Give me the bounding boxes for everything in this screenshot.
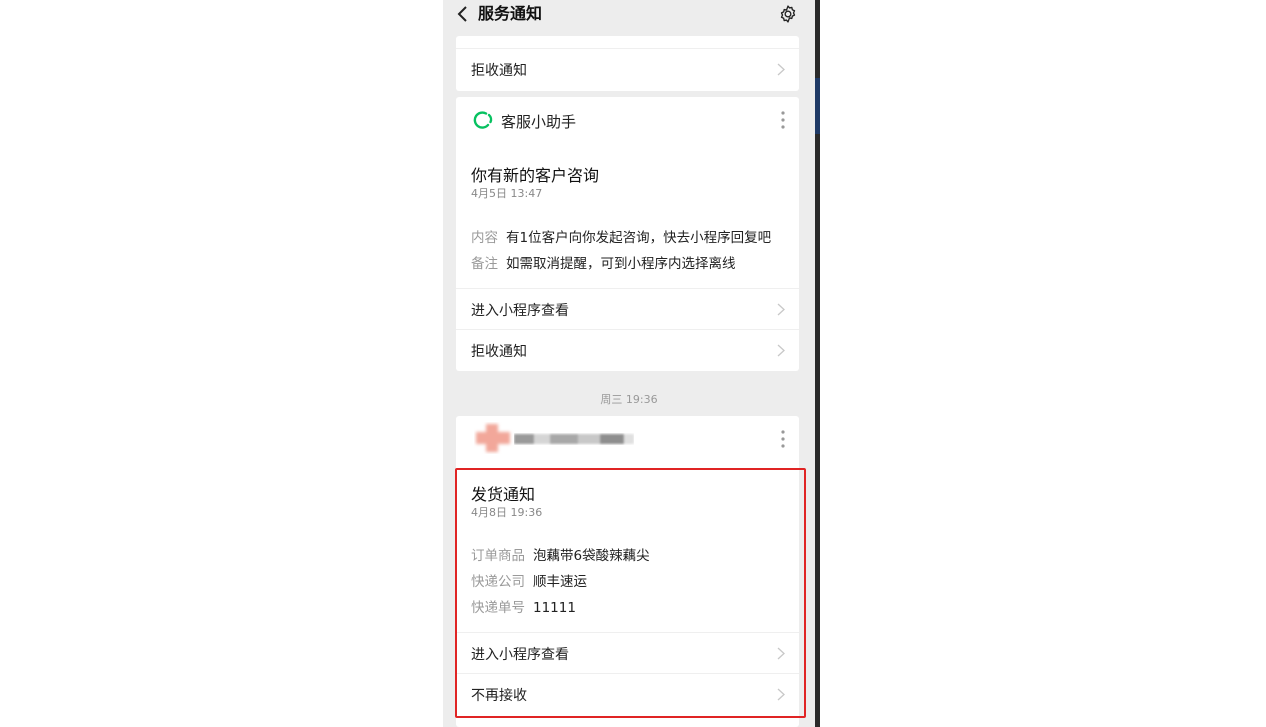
field-key: 备注 [471, 256, 498, 272]
blurred-service-name [514, 434, 634, 444]
more-options-icon[interactable] [781, 430, 785, 448]
chevron-right-icon [777, 63, 785, 76]
reject-notice-row[interactable]: 拒收通知 [456, 329, 799, 370]
service-assistant-icon [473, 111, 493, 129]
open-miniprogram-row[interactable]: 进入小程序查看 [456, 288, 799, 329]
window-edge [815, 0, 820, 727]
blurred-service-avatar [476, 424, 510, 452]
page-title: 服务通知 [478, 4, 543, 23]
gear-icon[interactable] [778, 4, 798, 24]
field-value: 有1位客户向你发起咨询，快去小程序回复吧 [506, 230, 772, 246]
field-value: 如需取消提醒，可到小程序内选择离线 [506, 256, 736, 272]
message-title: 你有新的客户咨询 [471, 166, 600, 185]
more-options-icon[interactable] [781, 111, 785, 129]
chevron-right-icon [777, 344, 785, 357]
top-bar: 服务通知 [443, 0, 815, 30]
kefu-notice-card: 客服小助手 你有新的客户咨询 4月5日 13:47 内容 有1位客户向你发起咨询，… [456, 97, 799, 371]
field-remark: 备注 如需取消提醒，可到小程序内选择离线 [471, 252, 736, 272]
open-miniprogram-label: 进入小程序查看 [471, 303, 569, 319]
message-timestamp: 周三 19:36 [600, 393, 658, 406]
chevron-right-icon [777, 303, 785, 316]
back-arrow-icon[interactable] [455, 5, 471, 23]
service-name: 客服小助手 [501, 113, 577, 131]
window-edge-accent [815, 78, 820, 134]
reject-notice-label: 拒收通知 [471, 63, 527, 79]
highlight-box [455, 468, 806, 718]
card-header [456, 416, 799, 462]
reject-notice-label: 拒收通知 [471, 344, 527, 360]
field-key: 内容 [471, 230, 498, 246]
message-date: 4月5日 13:47 [471, 187, 543, 200]
card-header: 客服小助手 [456, 97, 799, 143]
previous-card: 拒收通知 [456, 36, 799, 91]
field-content: 内容 有1位客户向你发起咨询，快去小程序回复吧 [471, 226, 771, 246]
reject-notice-row[interactable]: 拒收通知 [456, 48, 799, 91]
